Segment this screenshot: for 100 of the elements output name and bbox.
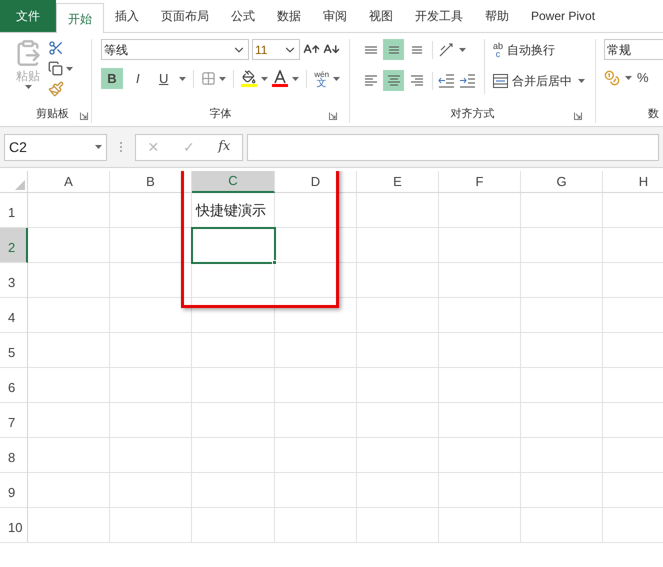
dropdown-caret-icon[interactable] [178, 76, 186, 80]
bold-button[interactable]: B [101, 68, 123, 89]
grid-cell[interactable] [439, 473, 521, 508]
number-format-dropdown[interactable]: 常规 [604, 39, 663, 60]
grid-cell[interactable] [28, 263, 110, 298]
dropdown-caret-icon[interactable] [95, 145, 102, 149]
row-header[interactable]: 8 [0, 438, 28, 473]
grid-cell[interactable] [357, 263, 439, 298]
grid-cell[interactable] [521, 368, 603, 403]
grid-cell[interactable]: 快捷键演示 [192, 193, 275, 228]
borders-icon[interactable] [200, 71, 216, 86]
grid-cell[interactable] [357, 403, 439, 438]
ribbon-tab[interactable]: 视图 [358, 0, 404, 32]
grid-cell[interactable] [521, 438, 603, 473]
column-header[interactable]: D [275, 171, 357, 193]
percent-button[interactable]: % [637, 68, 649, 88]
grid-cell[interactable] [275, 438, 357, 473]
name-box[interactable]: C2 [4, 134, 107, 160]
font-name-dropdown[interactable]: 等线 [101, 39, 249, 60]
grid-cell[interactable] [439, 228, 521, 263]
dialog-launcher-icon[interactable] [80, 112, 88, 120]
grid-cell[interactable] [275, 508, 357, 543]
dialog-launcher-icon[interactable] [574, 112, 582, 120]
grid-cell[interactable] [521, 333, 603, 368]
grid-cell[interactable] [275, 403, 357, 438]
dropdown-caret-icon[interactable] [333, 76, 340, 80]
row-header[interactable]: 5 [0, 333, 28, 368]
font-color-icon[interactable] [272, 70, 288, 87]
grid-cell[interactable] [28, 368, 110, 403]
grid-cell[interactable] [110, 333, 192, 368]
merge-center-button[interactable]: 合并后居中 [493, 70, 572, 91]
align-button[interactable] [383, 39, 404, 60]
grid-cell[interactable] [192, 438, 275, 473]
row-header[interactable]: 6 [0, 368, 28, 403]
more-dots-icon[interactable] [119, 141, 123, 153]
select-all-triangle-icon[interactable] [15, 180, 25, 190]
dropdown-caret-icon[interactable] [459, 48, 466, 52]
row-header[interactable]: 9 [0, 473, 28, 508]
grid-cell[interactable] [110, 263, 192, 298]
grid-cell[interactable] [439, 263, 521, 298]
fill-color-icon[interactable] [241, 70, 258, 87]
grid-cell[interactable] [275, 193, 357, 228]
column-header[interactable]: G [521, 171, 603, 193]
grid-cell[interactable] [192, 298, 275, 333]
grid-cell[interactable] [521, 473, 603, 508]
increase-indent-icon[interactable] [459, 73, 476, 88]
grid-cell[interactable] [521, 298, 603, 333]
grid-cell[interactable] [28, 403, 110, 438]
row-header[interactable]: 10 [0, 508, 28, 543]
underline-button[interactable]: U [152, 68, 175, 89]
grid-cell[interactable] [357, 473, 439, 508]
grid-cell[interactable] [192, 473, 275, 508]
active-cell[interactable] [192, 228, 275, 263]
ribbon-tab[interactable]: 帮助 [474, 0, 520, 32]
row-header[interactable]: 7 [0, 403, 28, 438]
ribbon-tab[interactable]: 开始 [56, 3, 104, 33]
grid-cell[interactable] [357, 298, 439, 333]
dropdown-caret-icon[interactable] [578, 78, 585, 82]
grid-cell[interactable] [192, 333, 275, 368]
column-header[interactable]: A [28, 171, 110, 193]
grid-cell[interactable] [110, 403, 192, 438]
insert-function-button[interactable]: fx [218, 137, 230, 157]
coins-icon[interactable] [604, 70, 620, 86]
italic-button[interactable]: I [126, 68, 149, 89]
grid-cell[interactable] [521, 228, 603, 263]
column-header[interactable]: B [110, 171, 192, 193]
grid-cell[interactable] [28, 333, 110, 368]
grid-cell[interactable] [275, 368, 357, 403]
grid-cell[interactable] [275, 228, 357, 263]
grid-cell[interactable] [110, 438, 192, 473]
grid-cell[interactable] [521, 508, 603, 543]
grid-cell[interactable] [357, 508, 439, 543]
file-tab[interactable]: 文件 [0, 0, 56, 32]
grid-cell[interactable] [192, 403, 275, 438]
grid-cell[interactable] [110, 193, 192, 228]
font-size-dropdown[interactable]: 11 [252, 39, 300, 60]
dropdown-caret-icon[interactable] [219, 76, 226, 80]
grid-cell[interactable] [439, 333, 521, 368]
grid-cell[interactable] [28, 298, 110, 333]
ribbon-tab[interactable]: 开发工具 [404, 0, 474, 32]
column-header[interactable]: C [192, 171, 275, 193]
grid-cell[interactable] [192, 368, 275, 403]
grid-cell[interactable] [521, 193, 603, 228]
grid-cell[interactable] [110, 368, 192, 403]
grid-cell[interactable] [275, 473, 357, 508]
grid-cell[interactable] [357, 438, 439, 473]
paintbrush-icon[interactable] [48, 81, 64, 97]
dropdown-caret-icon[interactable] [292, 76, 300, 80]
grid-cell[interactable] [439, 193, 521, 228]
row-header[interactable]: 3 [0, 263, 28, 298]
grid-cell[interactable] [110, 508, 192, 543]
grid-cell[interactable] [28, 228, 110, 263]
ribbon-tab[interactable]: 数据 [266, 0, 312, 32]
grid-cell[interactable] [110, 298, 192, 333]
copy-icon[interactable] [48, 61, 63, 76]
grid-cell[interactable] [521, 263, 603, 298]
grid-cell[interactable] [357, 193, 439, 228]
select-all-corner[interactable] [0, 171, 28, 193]
dropdown-caret-icon[interactable] [66, 66, 73, 70]
grid-cell[interactable] [192, 263, 275, 298]
